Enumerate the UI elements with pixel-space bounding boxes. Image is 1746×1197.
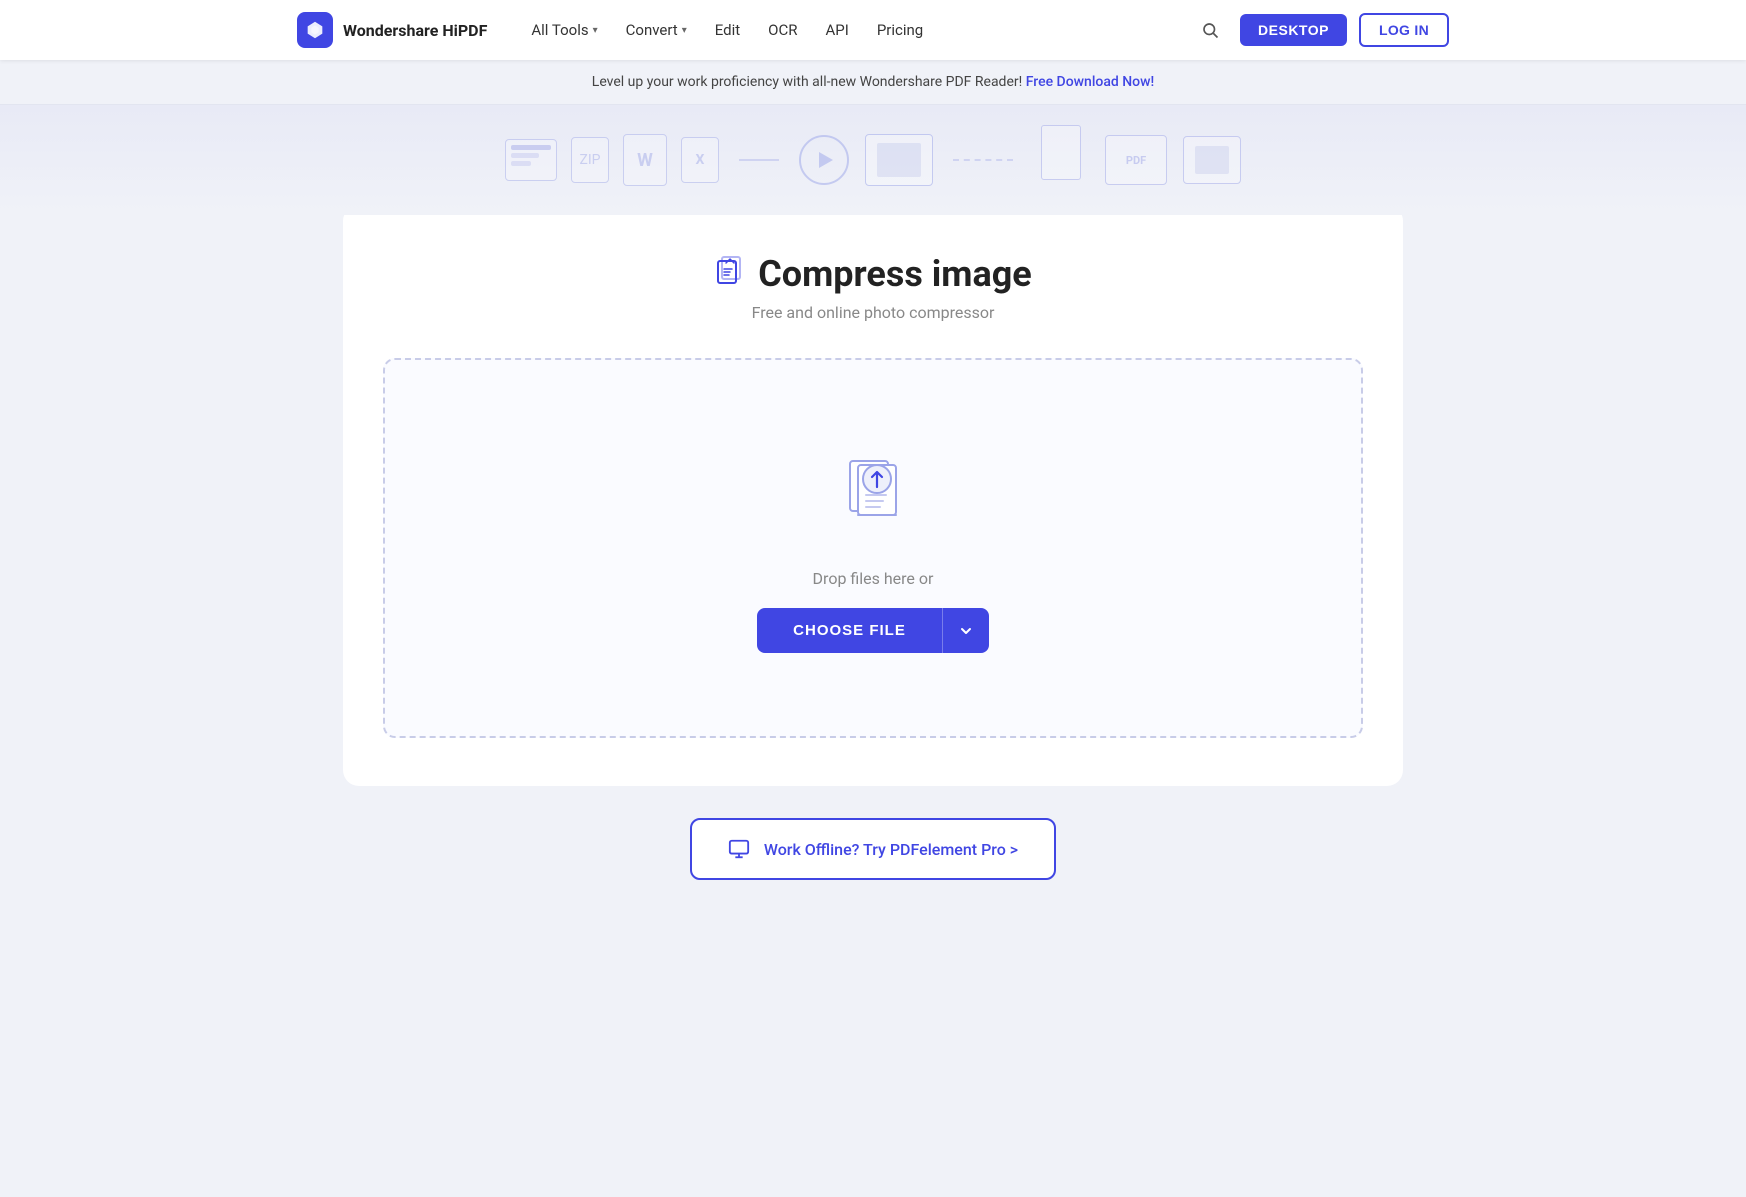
main-content: Compress image Free and online photo com… [0, 215, 1746, 920]
tool-card: Compress image Free and online photo com… [343, 205, 1403, 786]
banner-link[interactable]: Free Download Now! [1026, 74, 1155, 90]
nav-item-all-tools[interactable]: All Tools ▾ [519, 13, 609, 47]
desktop-button[interactable]: DESKTOP [1240, 14, 1347, 46]
hero-background: ZIP W X PDF [0, 105, 1746, 215]
nav-item-edit[interactable]: Edit [703, 13, 752, 47]
upload-icon [828, 443, 918, 537]
tool-subtitle: Free and online photo compressor [752, 303, 995, 322]
monitor-icon [728, 838, 750, 860]
choose-file-button[interactable]: CHOOSE FILE [757, 608, 942, 653]
nav-item-convert[interactable]: Convert ▾ [614, 13, 699, 47]
banner-text: Level up your work proficiency with all-… [592, 74, 1022, 90]
nav-item-pricing[interactable]: Pricing [865, 13, 935, 47]
offline-banner[interactable]: Work Offline? Try PDFelement Pro > [690, 818, 1056, 880]
search-button[interactable] [1192, 12, 1228, 48]
nav-item-api[interactable]: API [813, 13, 860, 47]
brand-logo [297, 12, 333, 48]
drop-text: Drop files here or [813, 569, 934, 588]
offline-label: Work Offline? Try PDFelement Pro > [764, 840, 1018, 859]
choose-file-dropdown-button[interactable] [942, 608, 989, 653]
tool-title: Compress image [758, 253, 1032, 295]
brand-logo-link[interactable]: Wondershare HiPDF [297, 12, 487, 48]
dropzone[interactable]: Drop files here or CHOOSE FILE [383, 358, 1363, 738]
nav-right: DESKTOP LOG IN [1192, 12, 1449, 48]
hero-illustration: ZIP W X PDF [505, 125, 1241, 195]
nav-item-ocr[interactable]: OCR [756, 13, 809, 47]
login-button[interactable]: LOG IN [1359, 13, 1449, 47]
choose-file-btn-wrap: CHOOSE FILE [757, 608, 989, 653]
promo-banner: Level up your work proficiency with all-… [0, 60, 1746, 105]
nav-links: All Tools ▾ Convert ▾ Edit OCR API Prici… [519, 13, 1160, 47]
chevron-down-icon: ▾ [593, 25, 598, 36]
compress-icon [714, 255, 746, 294]
brand-name: Wondershare HiPDF [343, 21, 487, 40]
chevron-down-icon: ▾ [682, 25, 687, 36]
navbar: Wondershare HiPDF All Tools ▾ Convert ▾ … [0, 0, 1746, 60]
tool-title-row: Compress image [714, 253, 1032, 295]
